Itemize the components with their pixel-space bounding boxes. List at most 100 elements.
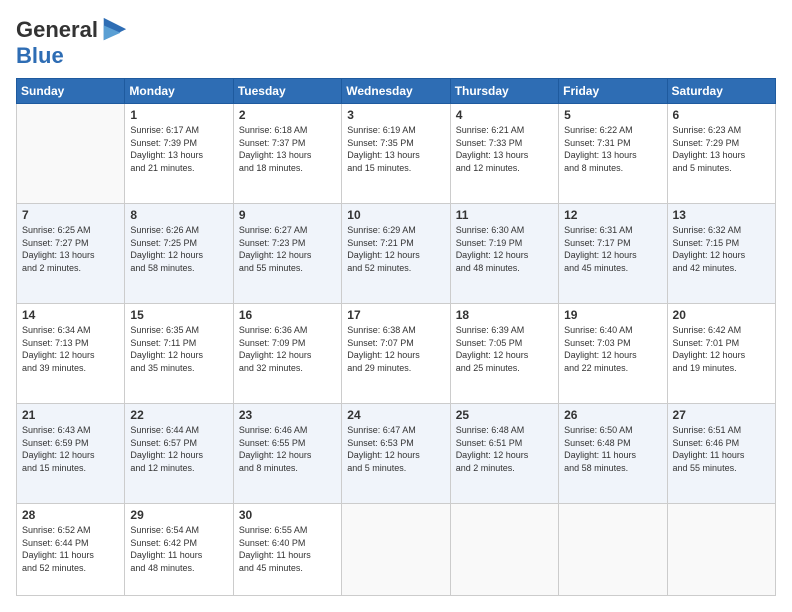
day-info: Sunrise: 6:36 AM Sunset: 7:09 PM Dayligh… [239, 324, 336, 374]
day-info: Sunrise: 6:39 AM Sunset: 7:05 PM Dayligh… [456, 324, 553, 374]
day-cell: 6 Sunrise: 6:23 AM Sunset: 7:29 PM Daylig… [667, 104, 775, 204]
day-cell: 17 Sunrise: 6:38 AM Sunset: 7:07 PM Dayli… [342, 304, 450, 404]
day-number: 28 [22, 508, 119, 522]
day-cell: 13 Sunrise: 6:32 AM Sunset: 7:15 PM Dayli… [667, 204, 775, 304]
day-cell: 22Sunrise: 6:44 AM Sunset: 6:57 PM Dayli… [125, 404, 233, 504]
day-info: Sunrise: 6:27 AM Sunset: 7:23 PM Dayligh… [239, 224, 336, 274]
logo-general: General [16, 18, 98, 42]
day-number: 12 [564, 208, 661, 222]
day-number: 27 [673, 408, 770, 422]
day-cell [450, 504, 558, 596]
day-cell: 30 Sunrise: 6:55 AM Sunset: 6:40 PM Dayli… [233, 504, 341, 596]
day-info: Sunrise: 6:22 AM Sunset: 7:31 PM Dayligh… [564, 124, 661, 174]
col-header-friday: Friday [559, 79, 667, 104]
day-cell: 4Sunrise: 6:21 AM Sunset: 7:33 PM Daylig… [450, 104, 558, 204]
day-info: Sunrise: 6:42 AM Sunset: 7:01 PM Dayligh… [673, 324, 770, 374]
day-info: Sunrise: 6:35 AM Sunset: 7:11 PM Dayligh… [130, 324, 227, 374]
day-info: Sunrise: 6:46 AM Sunset: 6:55 PM Dayligh… [239, 424, 336, 474]
day-number: 29 [130, 508, 227, 522]
day-cell: 15 Sunrise: 6:35 AM Sunset: 7:11 PM Dayli… [125, 304, 233, 404]
day-cell [342, 504, 450, 596]
day-info: Sunrise: 6:48 AM Sunset: 6:51 PM Dayligh… [456, 424, 553, 474]
day-info: Sunrise: 6:21 AM Sunset: 7:33 PM Dayligh… [456, 124, 553, 174]
day-number: 6 [673, 108, 770, 122]
day-cell [559, 504, 667, 596]
day-cell: 27 Sunrise: 6:51 AM Sunset: 6:46 PM Dayli… [667, 404, 775, 504]
day-cell: 9 Sunrise: 6:27 AM Sunset: 7:23 PM Daylig… [233, 204, 341, 304]
day-number: 8 [130, 208, 227, 222]
day-info: Sunrise: 6:47 AM Sunset: 6:53 PM Dayligh… [347, 424, 444, 474]
day-number: 15 [130, 308, 227, 322]
day-number: 7 [22, 208, 119, 222]
day-cell: 29 Sunrise: 6:54 AM Sunset: 6:42 PM Dayli… [125, 504, 233, 596]
day-number: 22 [130, 408, 227, 422]
day-cell [17, 104, 125, 204]
col-header-monday: Monday [125, 79, 233, 104]
day-info: Sunrise: 6:18 AM Sunset: 7:37 PM Dayligh… [239, 124, 336, 174]
day-number: 2 [239, 108, 336, 122]
day-cell [667, 504, 775, 596]
day-info: Sunrise: 6:51 AM Sunset: 6:46 PM Dayligh… [673, 424, 770, 474]
page: General Blue SundayMondayTuesdayWednesda… [0, 0, 792, 612]
day-number: 19 [564, 308, 661, 322]
col-header-sunday: Sunday [17, 79, 125, 104]
day-cell: 24 Sunrise: 6:47 AM Sunset: 6:53 PM Dayli… [342, 404, 450, 504]
day-number: 11 [456, 208, 553, 222]
day-cell: 2 Sunrise: 6:18 AM Sunset: 7:37 PM Daylig… [233, 104, 341, 204]
day-cell: 21 Sunrise: 6:43 AM Sunset: 6:59 PM Dayli… [17, 404, 125, 504]
day-number: 9 [239, 208, 336, 222]
day-number: 13 [673, 208, 770, 222]
day-info: Sunrise: 6:43 AM Sunset: 6:59 PM Dayligh… [22, 424, 119, 474]
week-row-3: 14 Sunrise: 6:34 AM Sunset: 7:13 PM Dayli… [17, 304, 776, 404]
day-number: 5 [564, 108, 661, 122]
day-cell: 8 Sunrise: 6:26 AM Sunset: 7:25 PM Daylig… [125, 204, 233, 304]
day-cell: 28Sunrise: 6:52 AM Sunset: 6:44 PM Dayli… [17, 504, 125, 596]
day-info: Sunrise: 6:31 AM Sunset: 7:17 PM Dayligh… [564, 224, 661, 274]
day-cell: 14 Sunrise: 6:34 AM Sunset: 7:13 PM Dayli… [17, 304, 125, 404]
day-cell: 20Sunrise: 6:42 AM Sunset: 7:01 PM Dayli… [667, 304, 775, 404]
day-cell: 1Sunrise: 6:17 AM Sunset: 7:39 PM Daylig… [125, 104, 233, 204]
day-number: 21 [22, 408, 119, 422]
day-info: Sunrise: 6:17 AM Sunset: 7:39 PM Dayligh… [130, 124, 227, 174]
col-header-tuesday: Tuesday [233, 79, 341, 104]
week-row-4: 21 Sunrise: 6:43 AM Sunset: 6:59 PM Dayli… [17, 404, 776, 504]
day-cell: 11 Sunrise: 6:30 AM Sunset: 7:19 PM Dayli… [450, 204, 558, 304]
day-info: Sunrise: 6:26 AM Sunset: 7:25 PM Dayligh… [130, 224, 227, 274]
day-info: Sunrise: 6:34 AM Sunset: 7:13 PM Dayligh… [22, 324, 119, 374]
day-cell: 25 Sunrise: 6:48 AM Sunset: 6:51 PM Dayli… [450, 404, 558, 504]
day-number: 18 [456, 308, 553, 322]
day-info: Sunrise: 6:32 AM Sunset: 7:15 PM Dayligh… [673, 224, 770, 274]
day-number: 17 [347, 308, 444, 322]
day-cell: 10Sunrise: 6:29 AM Sunset: 7:21 PM Dayli… [342, 204, 450, 304]
header: General Blue [16, 16, 776, 68]
day-info: Sunrise: 6:54 AM Sunset: 6:42 PM Dayligh… [130, 524, 227, 574]
day-info: Sunrise: 6:30 AM Sunset: 7:19 PM Dayligh… [456, 224, 553, 274]
day-info: Sunrise: 6:55 AM Sunset: 6:40 PM Dayligh… [239, 524, 336, 574]
day-number: 24 [347, 408, 444, 422]
day-info: Sunrise: 6:23 AM Sunset: 7:29 PM Dayligh… [673, 124, 770, 174]
day-cell: 5 Sunrise: 6:22 AM Sunset: 7:31 PM Daylig… [559, 104, 667, 204]
week-row-2: 7 Sunrise: 6:25 AM Sunset: 7:27 PM Daylig… [17, 204, 776, 304]
day-number: 16 [239, 308, 336, 322]
day-cell: 26Sunrise: 6:50 AM Sunset: 6:48 PM Dayli… [559, 404, 667, 504]
day-cell: 18 Sunrise: 6:39 AM Sunset: 7:05 PM Dayli… [450, 304, 558, 404]
logo-blue: Blue [16, 43, 64, 68]
day-number: 14 [22, 308, 119, 322]
day-number: 30 [239, 508, 336, 522]
day-number: 25 [456, 408, 553, 422]
day-number: 23 [239, 408, 336, 422]
day-cell: 3Sunrise: 6:19 AM Sunset: 7:35 PM Daylig… [342, 104, 450, 204]
header-row: SundayMondayTuesdayWednesdayThursdayFrid… [17, 79, 776, 104]
day-cell: 19 Sunrise: 6:40 AM Sunset: 7:03 PM Dayli… [559, 304, 667, 404]
logo: General Blue [16, 16, 128, 68]
calendar-table: SundayMondayTuesdayWednesdayThursdayFrid… [16, 78, 776, 596]
day-cell: 23 Sunrise: 6:46 AM Sunset: 6:55 PM Dayli… [233, 404, 341, 504]
day-info: Sunrise: 6:40 AM Sunset: 7:03 PM Dayligh… [564, 324, 661, 374]
day-info: Sunrise: 6:50 AM Sunset: 6:48 PM Dayligh… [564, 424, 661, 474]
week-row-1: 1Sunrise: 6:17 AM Sunset: 7:39 PM Daylig… [17, 104, 776, 204]
day-cell: 12 Sunrise: 6:31 AM Sunset: 7:17 PM Dayli… [559, 204, 667, 304]
day-cell: 7 Sunrise: 6:25 AM Sunset: 7:27 PM Daylig… [17, 204, 125, 304]
day-info: Sunrise: 6:38 AM Sunset: 7:07 PM Dayligh… [347, 324, 444, 374]
day-info: Sunrise: 6:25 AM Sunset: 7:27 PM Dayligh… [22, 224, 119, 274]
col-header-wednesday: Wednesday [342, 79, 450, 104]
